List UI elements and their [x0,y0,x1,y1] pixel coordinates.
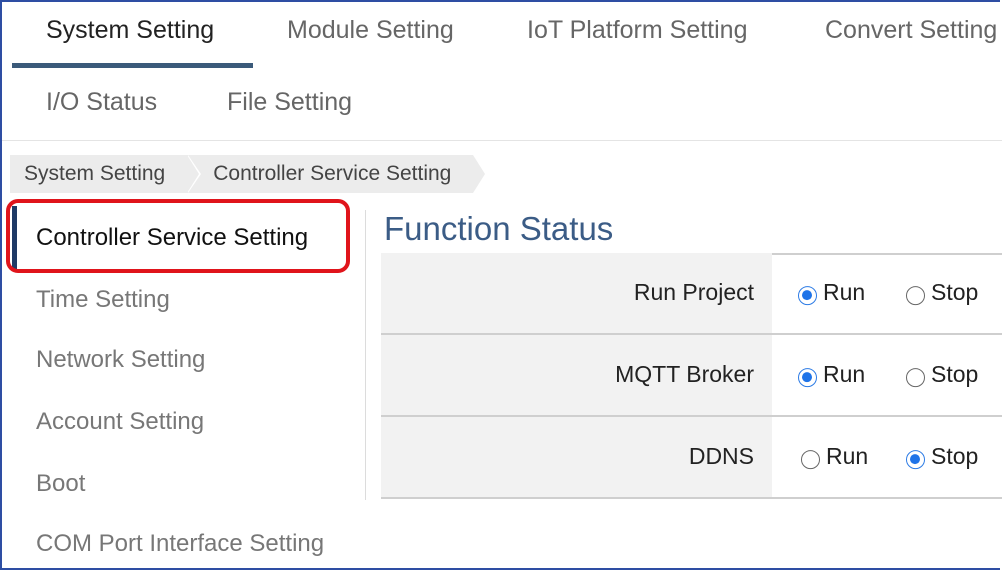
breadcrumb-item-controller-service-setting[interactable]: Controller Service Setting [187,155,486,193]
mqtt-broker-stop-radio[interactable]: Stop [906,361,978,388]
tab-module-setting[interactable]: Module Setting [287,16,454,45]
breadcrumb: System Setting Controller Service Settin… [10,155,486,193]
status-row-mqtt-broker: MQTT Broker Run Stop [381,335,1002,417]
ddns-stop-radio[interactable]: Stop [906,443,978,470]
row-label: DDNS [688,443,754,470]
radio-label: Stop [931,443,979,470]
active-tab-indicator [12,63,253,68]
row-bottom-border [381,497,1002,499]
mqtt-broker-run-radio[interactable]: Run [798,361,865,388]
ddns-run-radio[interactable]: Run [801,443,868,470]
tab-file-setting[interactable]: File Setting [227,88,352,117]
run-project-run-radio[interactable]: Run [798,279,865,306]
radio-label: Run [823,361,866,388]
tab-convert-setting[interactable]: Convert Setting [825,16,997,45]
radio-checked-icon [798,286,817,306]
status-row-ddns: DDNS Run Stop [381,417,1002,499]
radio-label: Run [826,443,869,470]
sidebar-item-com-port-interface-setting[interactable]: COM Port Interface Setting [36,530,324,558]
row-label-cell: Run Project [381,253,772,335]
radio-checked-icon [798,368,817,388]
sidebar-item-time-setting[interactable]: Time Setting [36,286,170,314]
row-label-cell: DDNS [381,417,772,499]
sidebar-item-account-setting[interactable]: Account Setting [36,408,204,436]
highlight-annotation-box [6,199,350,273]
radio-label: Stop [931,279,979,306]
radio-unchecked-icon [801,450,820,470]
sidebar-item-boot[interactable]: Boot [36,470,85,498]
tab-system-setting[interactable]: System Setting [46,16,214,45]
row-label: Run Project [633,279,754,306]
row-label: MQTT Broker [615,361,754,388]
radio-label: Stop [931,361,979,388]
status-row-run-project: Run Project Run Stop [381,253,1002,335]
radio-unchecked-icon [906,368,925,388]
tab-iot-platform-setting[interactable]: IoT Platform Setting [527,16,747,45]
tab-io-status[interactable]: I/O Status [46,88,157,117]
run-project-stop-radio[interactable]: Stop [906,279,978,306]
sidebar-item-network-setting[interactable]: Network Setting [36,346,205,374]
section-title: Function Status [384,210,614,247]
radio-unchecked-icon [906,286,925,306]
radio-checked-icon [906,450,925,470]
row-label-cell: MQTT Broker [381,335,772,417]
radio-label: Run [823,279,866,306]
sidebar-divider [365,210,366,500]
breadcrumb-item-system-setting[interactable]: System Setting [10,155,202,193]
header-divider [2,140,1002,141]
